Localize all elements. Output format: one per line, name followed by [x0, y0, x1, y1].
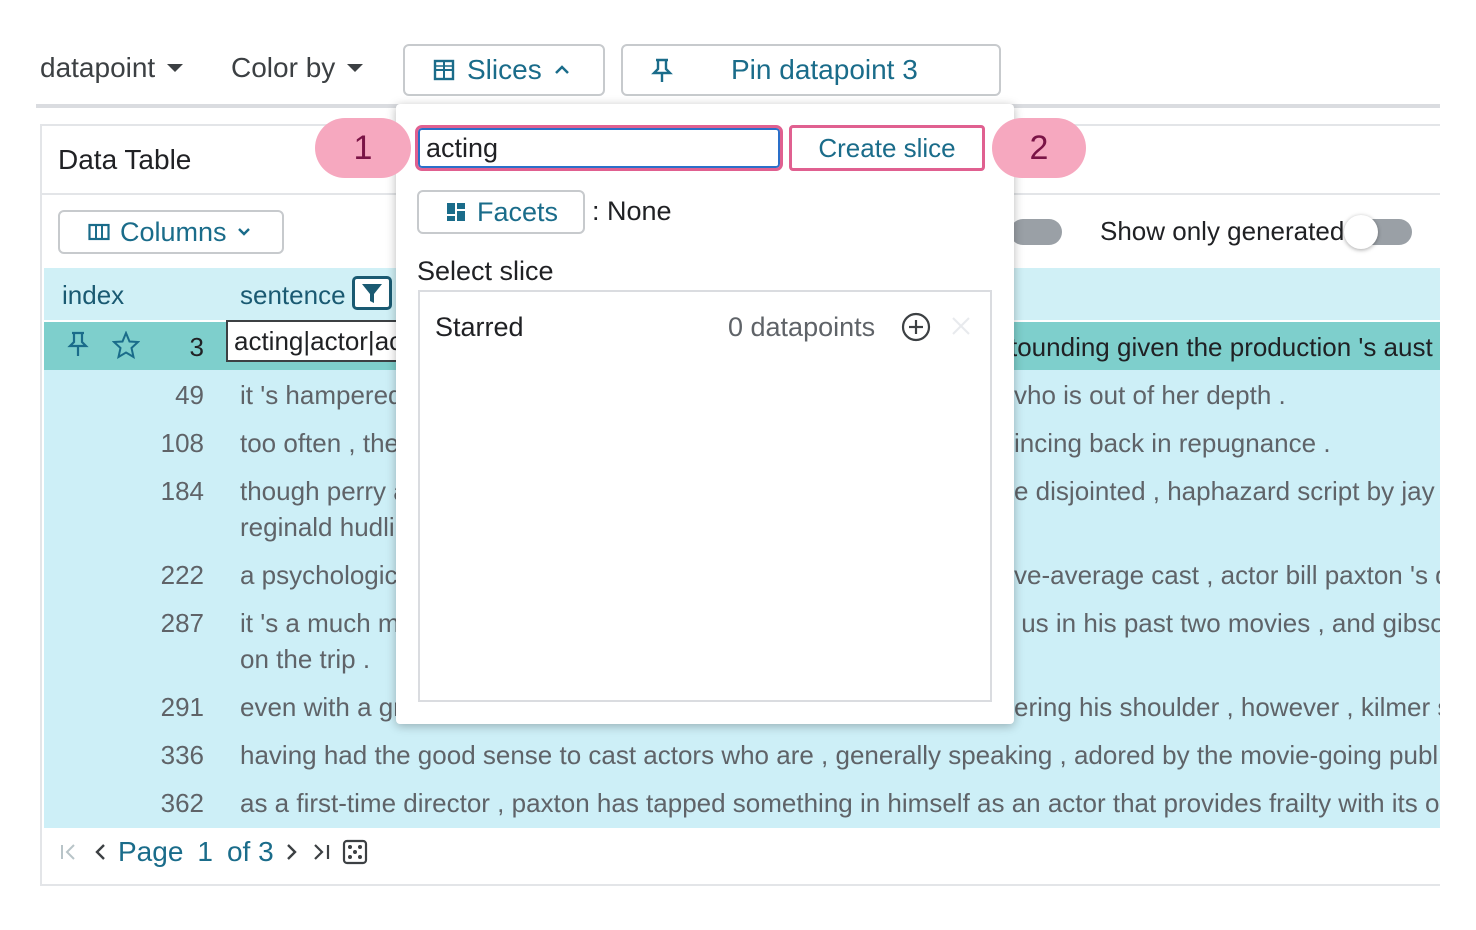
row-sentence-tail: incing back in repugnance . — [1014, 428, 1331, 458]
row-sentence-tail: ering his shoulder , however , kilmer s — [1014, 692, 1440, 722]
row-sentence-line2: reginald hudli — [240, 512, 395, 542]
datapoint-dropdown-label: datapoint — [40, 52, 156, 83]
annotation-badge-1: 1 — [315, 118, 411, 178]
row-sentence: tounding given the production 's aust — [1010, 332, 1433, 362]
pin-datapoint-button[interactable]: Pin datapoint 3 — [621, 44, 1001, 96]
columns-button[interactable]: Columns — [58, 210, 284, 254]
chevron-down-icon — [167, 64, 184, 72]
previous-page-icon[interactable] — [92, 841, 108, 863]
panel-title: Data Table — [58, 144, 192, 175]
row-index: 49 — [175, 380, 204, 410]
slices-button[interactable]: Slices — [403, 44, 605, 96]
color-by-label: Color by — [231, 52, 336, 83]
row-index: 108 — [160, 428, 204, 458]
toggle-switch[interactable] — [1010, 219, 1062, 245]
facets-value: : None — [592, 196, 672, 226]
pagination: Page 1 of 3 — [58, 836, 368, 868]
facets-icon — [445, 201, 467, 223]
toggle-knob — [1344, 215, 1378, 249]
select-slice-heading: Select slice — [417, 256, 554, 286]
last-page-icon[interactable] — [310, 841, 332, 863]
chevron-down-icon — [347, 64, 364, 72]
pin-datapoint-label: Pin datapoint 3 — [731, 54, 918, 85]
datapoint-dropdown[interactable]: datapoint — [40, 52, 184, 84]
page-number[interactable]: 1 — [197, 836, 213, 868]
color-by-dropdown[interactable]: Color by — [231, 52, 364, 84]
row-sentence: having had the good sense to cast actors… — [240, 740, 1440, 770]
row-sentence-line2: on the trip . — [240, 644, 371, 674]
page-label: Page — [118, 836, 184, 867]
sentence-filter-input[interactable]: acting|actor|ac — [226, 320, 401, 362]
create-slice-button[interactable]: Create slice — [789, 125, 985, 171]
show-only-generated-label: Show only generated — [1100, 216, 1345, 246]
row-index: 184 — [160, 476, 204, 506]
close-icon[interactable] — [950, 315, 972, 337]
columns-button-label: Columns — [120, 216, 227, 247]
row-sentence-tail: ve-average cast , actor bill paxton 's d — [1014, 560, 1440, 590]
row-sentence-tail: e disjointed , haphazard script by jay — [1014, 476, 1435, 506]
filter-icon[interactable] — [352, 276, 392, 310]
columns-icon — [88, 223, 110, 241]
row-index: 222 — [160, 560, 204, 590]
row-sentence: a psychologic — [240, 560, 396, 590]
row-index: 362 — [160, 788, 204, 818]
column-header-index[interactable]: index — [62, 280, 124, 311]
slice-count: 0 datapoints — [728, 312, 876, 342]
row-index: 287 — [160, 608, 204, 638]
chevron-up-icon — [554, 64, 570, 76]
facets-button-label: Facets — [477, 196, 559, 227]
row-index: 3 — [189, 332, 204, 362]
table-grid-icon — [433, 59, 455, 81]
row-index: 291 — [160, 692, 204, 722]
pin-icon — [651, 58, 673, 84]
annotation-badge-2: 2 — [992, 118, 1086, 178]
row-sentence: it 's a much m — [240, 608, 396, 638]
random-dice-icon[interactable] — [342, 839, 368, 865]
row-sentence: it 's hampered — [240, 380, 396, 410]
column-header-sentence[interactable]: sentence — [240, 280, 346, 311]
slices-button-label: Slices — [467, 54, 542, 85]
row-sentence: as a first-time director , paxton has ta… — [240, 788, 1440, 818]
first-page-icon[interactable] — [58, 841, 80, 863]
row-sentence: too often , the — [240, 428, 396, 458]
row-index: 336 — [160, 740, 204, 770]
row-sentence-tail: us in his past two movies , and gibso — [1014, 608, 1440, 638]
chevron-down-icon — [237, 227, 251, 237]
slice-list — [418, 290, 992, 702]
row-sentence-tail: vho is out of her depth . — [1014, 380, 1286, 410]
slice-name[interactable]: Starred — [435, 312, 524, 343]
row-sentence: though perry a — [240, 476, 396, 506]
page-count: of 3 — [226, 836, 274, 867]
slice-search-input[interactable]: acting — [415, 125, 783, 171]
next-page-icon[interactable] — [284, 841, 300, 863]
add-circle-icon[interactable] — [900, 311, 932, 343]
facets-button[interactable]: Facets — [417, 190, 585, 234]
row-sentence: even with a gr — [240, 692, 396, 722]
